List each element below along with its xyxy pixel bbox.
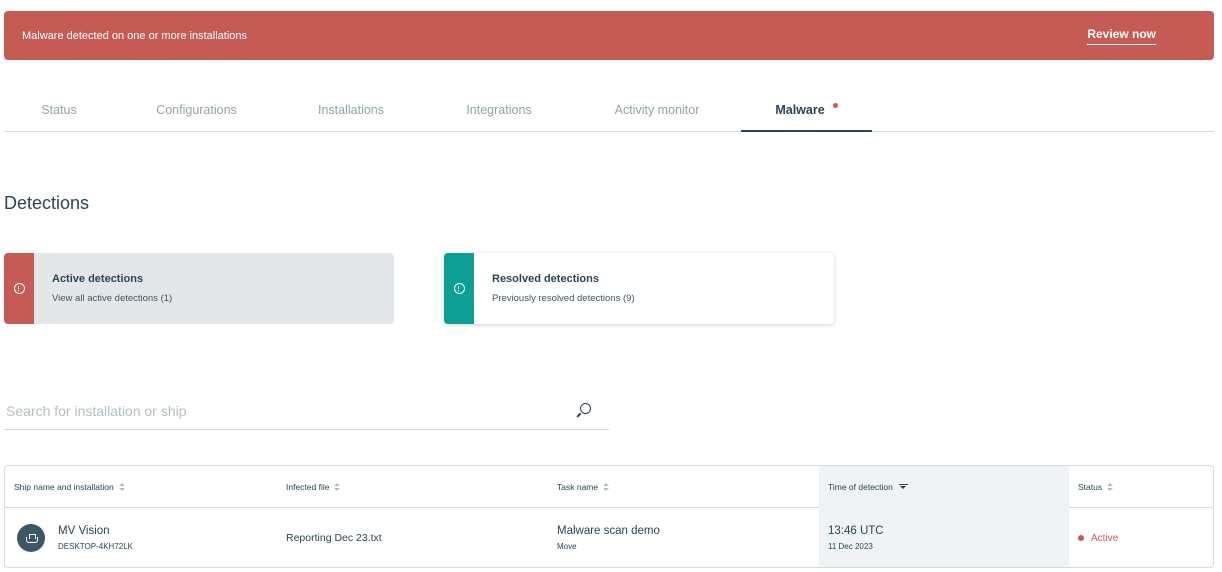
search-icon[interactable] bbox=[575, 403, 591, 419]
column-label: Ship name and installation bbox=[14, 482, 114, 492]
task-action: Move bbox=[557, 542, 577, 551]
notification-dot bbox=[832, 103, 838, 108]
card-stripe bbox=[444, 253, 474, 324]
malware-alert-banner: Malware detected on one or more installa… bbox=[4, 11, 1214, 60]
active-detections-card[interactable]: Active detections View all active detect… bbox=[4, 253, 394, 324]
tab-label: Configurations bbox=[156, 103, 237, 117]
sort-icon bbox=[118, 482, 126, 492]
alert-circle-icon bbox=[13, 283, 25, 294]
column-header-time[interactable]: Time of detection bbox=[819, 466, 1069, 508]
table-row[interactable]: MV Vision DESKTOP-4KH72LK Reporting Dec … bbox=[5, 508, 1213, 567]
cell-ship: MV Vision DESKTOP-4KH72LK bbox=[5, 508, 277, 567]
cell-time: 13:46 UTC 11 Dec 2023 bbox=[819, 508, 1069, 567]
tab-label: Malware bbox=[775, 103, 825, 117]
card-title: Active detections bbox=[52, 273, 144, 285]
tab-status[interactable]: Status bbox=[4, 95, 114, 132]
cell-file: Reporting Dec 23.txt bbox=[277, 508, 548, 567]
card-subtitle: Previously resolved detections (9) bbox=[492, 293, 635, 304]
main-tabs: Status Configurations Installations Inte… bbox=[4, 95, 1214, 132]
card-subtitle: View all active detections (1) bbox=[52, 293, 173, 304]
tab-label: Status bbox=[41, 103, 77, 117]
status-dot bbox=[1078, 535, 1084, 541]
tab-malware[interactable]: Malware bbox=[741, 95, 872, 132]
cell-task: Malware scan demo Move bbox=[548, 508, 819, 567]
column-label: Infected file bbox=[286, 482, 330, 492]
search-bar bbox=[4, 393, 609, 430]
review-now-link[interactable]: Review now bbox=[1087, 27, 1156, 45]
alert-circle-icon bbox=[453, 283, 465, 294]
ship-name: MV Vision bbox=[58, 525, 110, 537]
sort-icon bbox=[603, 482, 610, 492]
page-title: Detections bbox=[4, 193, 90, 213]
column-header-file[interactable]: Infected file bbox=[277, 466, 548, 508]
ship-icon bbox=[26, 533, 38, 543]
tab-label: Integrations bbox=[466, 103, 532, 117]
detection-date: 11 Dec 2023 bbox=[828, 542, 873, 551]
column-label: Status bbox=[1078, 482, 1103, 492]
sort-icon bbox=[1107, 482, 1114, 492]
column-header-task[interactable]: Task name bbox=[548, 466, 819, 508]
detections-table: Ship name and installation Infected file… bbox=[4, 465, 1214, 568]
tab-integrations[interactable]: Integrations bbox=[434, 95, 564, 132]
tab-label: Activity monitor bbox=[614, 103, 700, 117]
tab-installations[interactable]: Installations bbox=[286, 95, 416, 132]
card-stripe bbox=[4, 253, 34, 324]
search-input[interactable] bbox=[4, 403, 544, 419]
column-label: Task name bbox=[557, 482, 599, 492]
tab-activity-monitor[interactable]: Activity monitor bbox=[587, 95, 727, 132]
column-header-status[interactable]: Status bbox=[1069, 466, 1213, 508]
status-badge: Active bbox=[1091, 532, 1119, 544]
cell-status: Active bbox=[1069, 508, 1213, 567]
tab-configurations[interactable]: Configurations bbox=[134, 95, 259, 132]
card-title: Resolved detections bbox=[492, 273, 599, 285]
sort-icon bbox=[334, 482, 341, 492]
tab-label: Installations bbox=[317, 103, 384, 117]
task-name: Malware scan demo bbox=[557, 525, 660, 537]
infected-file: Reporting Dec 23.txt bbox=[286, 532, 382, 544]
alert-message: Malware detected on one or more installa… bbox=[22, 29, 248, 42]
installation-name: DESKTOP-4KH72LK bbox=[58, 542, 133, 551]
column-header-ship[interactable]: Ship name and installation bbox=[5, 466, 277, 508]
column-label: Time of detection bbox=[828, 482, 893, 492]
detection-time: 13:46 UTC bbox=[828, 525, 884, 537]
resolved-detections-card[interactable]: Resolved detections Previously resolved … bbox=[444, 253, 834, 324]
table-header: Ship name and installation Infected file… bbox=[5, 466, 1213, 508]
sort-descending-icon bbox=[898, 484, 908, 490]
avatar bbox=[17, 524, 45, 552]
